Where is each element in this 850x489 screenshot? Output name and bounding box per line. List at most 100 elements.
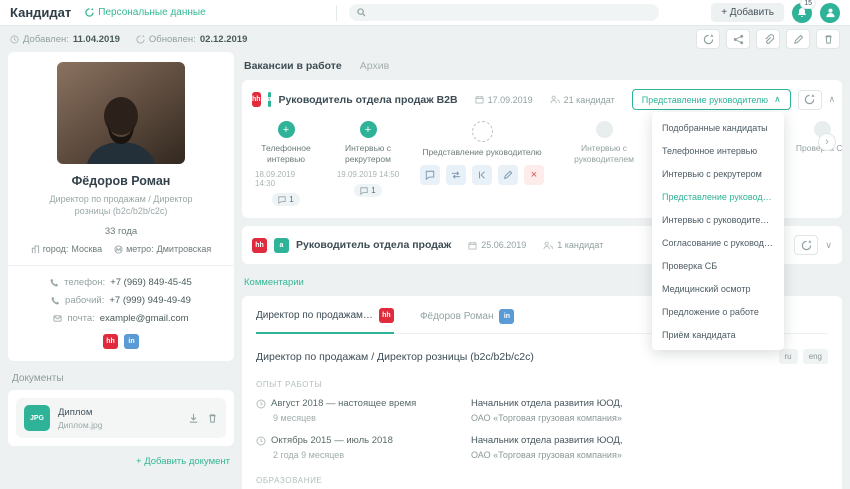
collapse-icon[interactable]: ∧ bbox=[829, 94, 836, 105]
phone-icon bbox=[51, 296, 60, 305]
education-section-label: ОБРАЗОВАНИЕ bbox=[256, 476, 323, 486]
page-title: Кандидат bbox=[10, 5, 72, 20]
stage-option[interactable]: Телефонное интервью bbox=[652, 139, 784, 162]
pipeline-step[interactable]: + Интервью с рекрутером 19.09.2019 14:50… bbox=[324, 121, 412, 206]
search-input[interactable] bbox=[371, 7, 651, 18]
lang-eng-button[interactable]: eng bbox=[802, 349, 828, 365]
refresh-vacancy-button[interactable] bbox=[794, 235, 819, 256]
refresh-button[interactable] bbox=[696, 29, 720, 49]
vacancy-title[interactable]: Руководитель отдела продаж B2B bbox=[278, 94, 457, 106]
vacancy-candidates-count: 21 кандидат bbox=[550, 95, 615, 105]
user-avatar-button[interactable] bbox=[820, 2, 840, 23]
experience-item: Август 2018 — настоящее время 9 месяцев … bbox=[256, 398, 828, 423]
personal-data-link[interactable]: Персональные данные bbox=[85, 7, 206, 18]
linkedin-source-icon: in bbox=[499, 308, 515, 324]
refresh-vacancy-button[interactable] bbox=[797, 89, 822, 110]
metro-icon bbox=[114, 245, 123, 254]
comments-count[interactable]: 1 bbox=[272, 193, 300, 207]
add-button[interactable]: + Добавить bbox=[711, 3, 784, 22]
hh-source-icon[interactable]: hh bbox=[103, 334, 118, 350]
delete-button[interactable] bbox=[816, 29, 840, 49]
done-icon: + bbox=[282, 123, 290, 136]
clock-icon bbox=[256, 436, 266, 446]
internal-source-icon: a bbox=[267, 92, 272, 107]
stage-option[interactable]: Согласование с руководителем банка bbox=[652, 231, 784, 254]
pipeline-step[interactable]: Интервью с руководителем bbox=[552, 121, 656, 206]
reject-action-icon[interactable]: × bbox=[524, 165, 544, 186]
candidate-age: 33 года bbox=[104, 226, 138, 238]
edit-button[interactable] bbox=[786, 29, 810, 49]
stage-option[interactable]: Проверка СБ bbox=[652, 254, 784, 277]
stage-dropdown: Подобранные кандидаты Телефонное интервь… bbox=[652, 112, 784, 350]
stage-option[interactable]: Интервью с рекрутером bbox=[652, 162, 784, 185]
share-button[interactable] bbox=[726, 29, 750, 49]
user-icon bbox=[825, 7, 836, 18]
download-icon[interactable] bbox=[188, 413, 199, 424]
candidate-photo bbox=[57, 62, 185, 164]
comment-action-icon[interactable] bbox=[420, 165, 440, 186]
candidate-name: Фёдоров Роман bbox=[71, 174, 171, 188]
hh-source-icon: hh bbox=[252, 92, 261, 107]
candidate-email: почта: example@gmail.com bbox=[20, 313, 222, 324]
meta-row: Добавлен: 11.04.2019 Обновлен: 02.12.201… bbox=[0, 26, 850, 52]
stage-option[interactable]: Приём кандидата bbox=[652, 323, 784, 346]
email-icon bbox=[53, 314, 62, 323]
internal-source-icon: a bbox=[274, 237, 289, 253]
delete-file-icon[interactable] bbox=[207, 413, 218, 424]
document-item[interactable]: JPG Диплом Диплом.jpg bbox=[16, 398, 226, 439]
skip-back-action-icon[interactable] bbox=[472, 165, 492, 186]
people-icon bbox=[550, 95, 560, 104]
stage-option[interactable]: Предложение о работе bbox=[652, 300, 784, 323]
resume-tab-manual[interactable]: Фёдоров Роман in bbox=[420, 308, 515, 333]
file-type-badge: JPG bbox=[24, 405, 50, 432]
pipeline-step[interactable]: + Телефонное интервью 18.09.2019 14:30 1 bbox=[248, 121, 324, 207]
clock-icon bbox=[256, 399, 266, 409]
phone-icon bbox=[50, 278, 59, 287]
documents-section-title: Документы bbox=[12, 373, 64, 385]
pipeline-next-icon[interactable]: › bbox=[818, 133, 836, 151]
added-date: Добавлен: 11.04.2019 bbox=[10, 34, 120, 45]
hh-source-icon: hh bbox=[378, 308, 394, 324]
update-icon bbox=[136, 34, 145, 44]
tab-vacancies-in-work[interactable]: Вакансии в работе bbox=[244, 60, 342, 72]
experience-section-label: ОПЫТ РАБОТЫ bbox=[256, 380, 323, 390]
done-icon: + bbox=[364, 123, 372, 136]
comments-count[interactable]: 1 bbox=[354, 184, 382, 198]
attachment-button[interactable] bbox=[756, 29, 780, 49]
pipeline-step[interactable]: Проверка СБ bbox=[780, 121, 842, 206]
tab-archive[interactable]: Архив bbox=[360, 60, 389, 72]
edit-action-icon[interactable] bbox=[498, 165, 518, 186]
stage-option[interactable]: Интервью с руководителем bbox=[652, 208, 784, 231]
search-bar[interactable] bbox=[348, 4, 659, 21]
stage-status-button[interactable]: Представление руководителю ∧ bbox=[631, 89, 791, 110]
stage-option-active[interactable]: Представление руководителю bbox=[652, 185, 784, 208]
expand-icon[interactable]: ∨ bbox=[825, 240, 832, 251]
candidate-metro: метро: Дмитровская bbox=[114, 244, 211, 254]
stage-option[interactable]: Медицинский осмотр bbox=[652, 277, 784, 300]
refresh-icon bbox=[85, 8, 95, 17]
current-step-circle bbox=[471, 121, 493, 142]
move-action-icon[interactable] bbox=[446, 165, 466, 186]
vacancy-title[interactable]: Руководитель отдела продаж bbox=[296, 239, 451, 251]
top-header: Кандидат Персональные данные + Добавить … bbox=[0, 0, 850, 26]
calendar-icon bbox=[475, 95, 484, 104]
candidate-phone2: рабочий: +7 (999) 949-49-49 bbox=[20, 295, 222, 306]
city-icon bbox=[31, 245, 40, 254]
divider bbox=[8, 265, 234, 267]
candidate-city: город: Москва bbox=[31, 244, 102, 254]
stage-option[interactable]: Подобранные кандидаты bbox=[652, 116, 784, 139]
add-document-link[interactable]: + Добавить документ bbox=[12, 456, 230, 467]
experience-item: Октябрь 2015 — июль 2018 2 года 9 месяце… bbox=[256, 435, 828, 460]
lang-ru-button[interactable]: ru bbox=[778, 349, 798, 365]
linkedin-source-icon[interactable]: in bbox=[124, 334, 139, 350]
comments-link[interactable]: Комментарии bbox=[244, 277, 304, 288]
notifications-bell-button[interactable]: 15 bbox=[792, 0, 816, 23]
vacancy-date: 17.09.2019 bbox=[475, 95, 533, 105]
pipeline-step-current[interactable]: Представление руководителю × bbox=[412, 121, 552, 206]
resume-tab-hh[interactable]: Директор по продажам… hh bbox=[256, 308, 394, 335]
search-icon bbox=[356, 8, 366, 17]
document-title: Диплом bbox=[58, 406, 93, 418]
people-icon bbox=[543, 241, 553, 250]
resume-title: Директор по продажам / Директор розницы … bbox=[256, 350, 534, 363]
clock-icon bbox=[10, 34, 19, 44]
